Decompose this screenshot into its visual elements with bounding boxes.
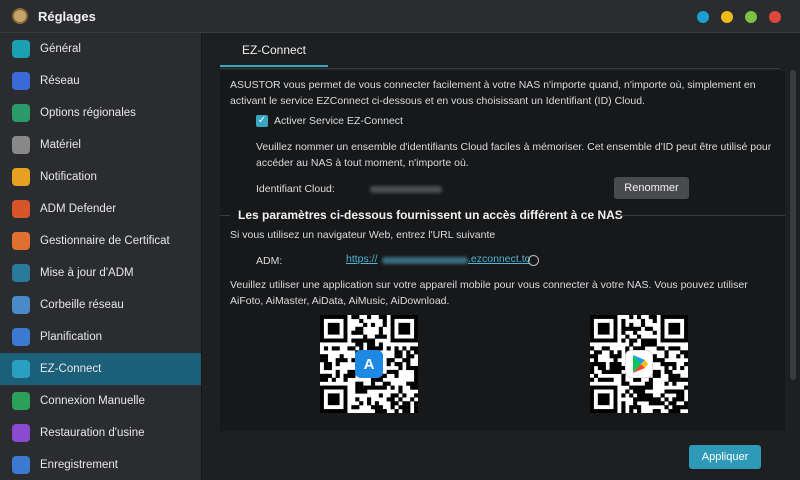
ez-connect-panel: ASUSTOR vous permet de vous connecter fa…: [220, 71, 785, 431]
section-title: Les paramètres ci-dessous fournissent un…: [238, 208, 623, 222]
adm-url-link[interactable]: .ezconnect.to: [468, 253, 530, 265]
sidebar-item-reseau[interactable]: Réseau: [0, 65, 201, 97]
app-store-icon: A: [355, 350, 383, 378]
settings-app-icon: [12, 8, 28, 24]
section-rule-right: [618, 215, 785, 216]
window-dot-red[interactable]: [769, 11, 781, 23]
main-content: EZ-Connect ASUSTOR vous permet de vous c…: [202, 33, 800, 480]
tab-rule: [220, 68, 780, 69]
cloud-id-help-line-1: Veuillez nommer un ensemble d'identifian…: [256, 141, 772, 153]
adm-label: ADM:: [256, 255, 283, 267]
sidebar-item-label: ADM Defender: [40, 203, 117, 215]
sidebar-item-options-regionales[interactable]: Options régionales: [0, 97, 201, 129]
hardware-icon: [12, 136, 30, 154]
registration-icon: [12, 456, 30, 474]
apply-button[interactable]: Appliquer: [689, 445, 761, 469]
sidebar-item-label: Gestionnaire de Certificat: [40, 235, 170, 247]
sidebar-item-mise-a-jour-d-adm[interactable]: Mise à jour d'ADM: [0, 257, 201, 289]
adm-url-redacted: [382, 257, 468, 264]
sidebar-item-ez-connect[interactable]: EZ-Connect: [0, 353, 201, 385]
sidebar-item-label: Corbeille réseau: [40, 299, 124, 311]
sidebar-item-label: Restauration d'usine: [40, 427, 145, 439]
sidebar-item-label: Enregistrement: [40, 459, 118, 471]
cloud-id-value-redacted: [370, 186, 442, 193]
cloud-id-label: Identifiant Cloud:: [256, 183, 335, 195]
tab-ez-connect[interactable]: EZ-Connect: [220, 33, 328, 67]
update-icon: [12, 264, 30, 282]
recycle-bin-icon: [12, 296, 30, 314]
title-bar: Réglages: [0, 0, 800, 33]
sidebar-item-enregistrement[interactable]: Enregistrement: [0, 449, 201, 480]
window-dot-blue[interactable]: [697, 11, 709, 23]
sidebar-item-planification[interactable]: Planification: [0, 321, 201, 353]
sidebar-item-label: Options régionales: [40, 107, 136, 119]
sidebar-item-general[interactable]: Général: [0, 33, 201, 65]
qr-code-google-play: [590, 315, 688, 413]
sidebar-item-label: EZ-Connect: [40, 363, 102, 375]
mobile-instruction-line-1: Veuillez utiliser une application sur vo…: [230, 279, 748, 291]
sidebar-item-label: Général: [40, 43, 81, 55]
link-copy-icon[interactable]: [528, 255, 539, 266]
firewall-icon: [12, 200, 30, 218]
manual-connect-icon: [12, 392, 30, 410]
intro-line-2: activant le service EZConnect ci-dessous…: [230, 95, 645, 107]
sidebar-item-label: Réseau: [40, 75, 80, 87]
google-play-icon: [625, 350, 653, 378]
window-dot-yellow[interactable]: [721, 11, 733, 23]
browser-instruction: Si vous utilisez un navigateur Web, entr…: [230, 229, 496, 241]
window-title: Réglages: [38, 9, 96, 24]
cloud-icon: [12, 360, 30, 378]
window-dot-green[interactable]: [745, 11, 757, 23]
section-rule-left: [220, 215, 230, 216]
enable-ez-connect-label: Activer Service EZ-Connect: [274, 115, 403, 127]
sidebar-item-materiel[interactable]: Matériel: [0, 129, 201, 161]
sidebar-item-label: Mise à jour d'ADM: [40, 267, 134, 279]
certificate-icon: [12, 232, 30, 250]
mobile-instruction-line-2: AiFoto, AiMaster, AiData, AiMusic, AiDow…: [230, 295, 450, 307]
enable-ez-connect-checkbox[interactable]: ✓: [256, 115, 268, 127]
sidebar-item-label: Connexion Manuelle: [40, 395, 145, 407]
sidebar-item-corbeille-reseau[interactable]: Corbeille réseau: [0, 289, 201, 321]
general-icon: [12, 40, 30, 58]
rename-button[interactable]: Renommer: [614, 177, 689, 199]
sidebar-item-gestionnaire-de-certificat[interactable]: Gestionnaire de Certificat: [0, 225, 201, 257]
sidebar: Général Réseau Options régionales Matériel N…: [0, 33, 201, 480]
vertical-scrollbar[interactable]: [790, 70, 796, 380]
adm-url-prefix[interactable]: https://: [346, 253, 378, 265]
network-icon: [12, 72, 30, 90]
calendar-icon: [12, 328, 30, 346]
sidebar-item-adm-defender[interactable]: ADM Defender: [0, 193, 201, 225]
sidebar-item-notification[interactable]: Notification: [0, 161, 201, 193]
qr-code-app-store: A: [320, 315, 418, 413]
sidebar-item-label: Planification: [40, 331, 103, 343]
sidebar-item-restauration-d-usine[interactable]: Restauration d'usine: [0, 417, 201, 449]
sidebar-item-connexion-manuelle[interactable]: Connexion Manuelle: [0, 385, 201, 417]
sidebar-item-label: Matériel: [40, 139, 81, 151]
sidebar-item-label: Notification: [40, 171, 97, 183]
notification-icon: [12, 168, 30, 186]
factory-reset-icon: [12, 424, 30, 442]
intro-line-1: ASUSTOR vous permet de vous connecter fa…: [230, 79, 756, 91]
cloud-id-help-line-2: accéder au NAS à tout moment, n'importe …: [256, 157, 469, 169]
globe-icon: [12, 104, 30, 122]
